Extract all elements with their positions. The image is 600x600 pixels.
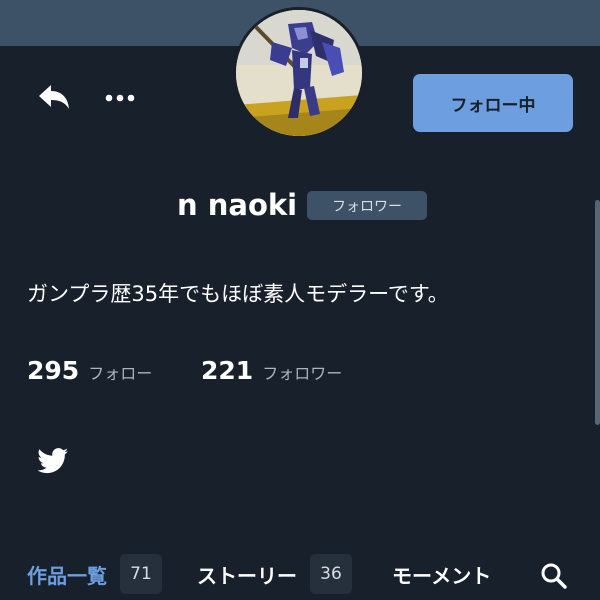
reply-arrow-icon [39,85,69,109]
tab-works-count: 71 [120,554,162,594]
display-name: n naoki [177,188,298,222]
followers-label: フォロワー [262,364,343,383]
profile-bio: ガンプラ歴35年でもほぼ素人モデラーです。 [27,282,449,306]
back-button[interactable] [34,80,74,116]
more-dots-icon [105,94,135,102]
twitter-bird-icon [37,448,69,474]
search-icon [541,563,567,589]
following-label: フォロー [88,364,153,383]
followers-count: 221 [201,356,254,385]
tab-stories-label: ストーリー [197,563,297,588]
following-stat[interactable]: 295 フォロー [27,356,152,385]
twitter-link[interactable] [36,446,70,476]
followers-stat[interactable]: 221 フォロワー [201,356,342,385]
tab-stories-count: 36 [310,554,352,594]
follows-you-badge: フォロワー [307,191,427,220]
avatar[interactable] [233,7,365,139]
search-button[interactable] [538,560,570,592]
following-count: 295 [27,356,80,385]
more-options-button[interactable] [98,80,142,116]
tab-moments[interactable]: モーメント [392,552,491,596]
tab-moments-label: モーメント [392,563,492,588]
following-button[interactable]: フォロー中 [413,74,573,132]
gundam-model-avatar [236,10,362,136]
tab-works[interactable]: 作品一覧 71 [27,552,162,596]
tab-works-label: 作品一覧 [27,563,107,588]
scrollbar[interactable] [595,200,600,425]
tab-stories[interactable]: ストーリー 36 [197,552,352,596]
